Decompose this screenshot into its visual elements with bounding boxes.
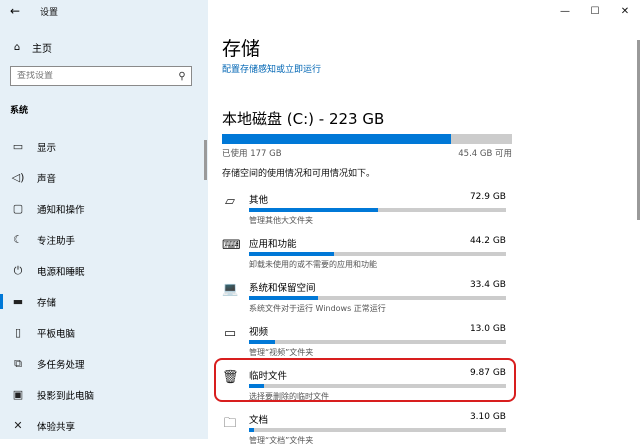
sidebar-item-label: 电源和睡眠 — [37, 266, 85, 278]
category-bar-fill — [249, 296, 319, 300]
other-icon: ▱ — [225, 194, 235, 209]
title-bar: ← 设置 — [0, 0, 208, 22]
category-size: 13.0 GB — [469, 324, 506, 334]
document-icon: 🗀 — [223, 416, 237, 431]
category-size: 72.9 GB — [469, 192, 506, 202]
sidebar-item-label: 投影到此电脑 — [37, 390, 95, 402]
multitask-icon: ⧉ — [14, 356, 22, 370]
system-icon: 💻 — [222, 282, 239, 297]
category-subtitle: 管理“视频”文件夹 — [249, 348, 314, 357]
search-box[interactable]: ⚲ — [10, 66, 192, 86]
notification-icon: ▢ — [12, 202, 24, 215]
sidebar-item-label: 专注助手 — [37, 235, 76, 247]
sidebar-item-project[interactable]: ▣ 投影到此电脑 — [0, 379, 208, 410]
sidebar-item-label: 多任务处理 — [37, 359, 85, 371]
power-icon: ⏻ — [13, 263, 23, 277]
category-bar — [249, 208, 506, 212]
home-link[interactable]: ⌂ 主页 — [10, 40, 52, 55]
nav-list: ▭ 显示 ◁) 声音 ▢ 通知和操作 ☾ 专注助手 ⏻ 电源和睡眠 ▬ 存储 ▯ 平板电脑 ⧉… — [0, 131, 208, 441]
category-size: 44.2 GB — [469, 236, 506, 246]
section-title: 系统 — [10, 106, 29, 116]
available-text: 45.4 GB 可用 — [458, 149, 512, 159]
close-icon[interactable]: ✕ — [610, 0, 640, 22]
sidebar-item-label: 平板电脑 — [37, 328, 76, 340]
disk-title: 本地磁盘 (C:) - 223 GB — [222, 110, 385, 128]
speaker-icon: ◁) — [11, 171, 25, 184]
category-name: 系统和保留空间 — [249, 283, 316, 294]
sidebar-item-share[interactable]: ✕ 体验共享 — [0, 410, 208, 441]
category-bar — [249, 296, 506, 300]
category-bar-fill — [249, 252, 334, 256]
sidebar-item-power[interactable]: ⏻ 电源和睡眠 — [0, 255, 208, 286]
storage-sense-link[interactable]: 配置存储感知或立即运行 — [222, 62, 321, 75]
category-bar — [249, 428, 506, 432]
usage-description: 存储空间的使用情况和可用情况如下。 — [222, 169, 376, 179]
display-icon: ▭ — [12, 140, 24, 153]
storage-icon: ▬ — [12, 295, 24, 308]
maximize-icon[interactable]: ☐ — [580, 0, 610, 22]
sidebar: ← 设置 ⌂ 主页 ⚲ 系统 ▭ 显示 ◁) 声音 ▢ 通知和操作 ☾ 专注助手 ⏻ 电源… — [0, 0, 208, 439]
sidebar-item-storage[interactable]: ▬ 存储 — [0, 286, 208, 317]
sidebar-item-focus[interactable]: ☾ 专注助手 — [0, 224, 208, 255]
category-bar — [249, 340, 506, 344]
disk-usage-bar — [222, 134, 512, 144]
category-size: 33.4 GB — [469, 280, 506, 290]
category-subtitle: 卸载未使用的或不需要的应用和功能 — [249, 260, 377, 269]
app-title: 设置 — [40, 7, 59, 18]
search-input[interactable] — [11, 71, 173, 81]
sidebar-item-tablet[interactable]: ▯ 平板电脑 — [0, 317, 208, 348]
category-bar-fill — [249, 340, 275, 344]
category-bar-fill — [249, 208, 378, 212]
home-icon: ⌂ — [13, 42, 21, 53]
category-subtitle: 系统文件对于运行 Windows 正常运行 — [249, 304, 386, 313]
used-text: 已使用 177 GB — [222, 149, 282, 159]
category-size: 3.10 GB — [469, 412, 506, 422]
apps-icon: ⌨ — [222, 238, 241, 253]
category-name: 文档 — [249, 415, 269, 426]
category-name: 视频 — [249, 327, 269, 338]
category-name: 应用和功能 — [249, 239, 297, 250]
minimize-icon[interactable]: — — [550, 0, 580, 22]
sidebar-item-label: 通知和操作 — [37, 204, 85, 216]
disk-usage-fill — [222, 134, 452, 144]
sidebar-scrollbar[interactable] — [204, 140, 207, 180]
sidebar-item-label: 体验共享 — [37, 421, 76, 433]
page-title: 存储 — [222, 38, 261, 60]
back-arrow-icon[interactable]: ← — [4, 0, 26, 22]
sidebar-item-label: 声音 — [37, 173, 57, 185]
sidebar-item-notifications[interactable]: ▢ 通知和操作 — [0, 193, 208, 224]
category-subtitle: 管理“文档”文件夹 — [249, 436, 314, 445]
sidebar-item-display[interactable]: ▭ 显示 — [0, 131, 208, 162]
category-subtitle: 管理其他大文件夹 — [249, 216, 313, 225]
window-controls: — ☐ ✕ — [550, 0, 640, 22]
search-icon[interactable]: ⚲ — [173, 71, 191, 82]
sidebar-item-label: 显示 — [37, 142, 57, 154]
highlight-annotation — [214, 358, 516, 402]
project-icon: ▣ — [12, 388, 24, 401]
share-icon: ✕ — [13, 419, 23, 432]
home-label: 主页 — [32, 44, 52, 55]
category-bar-fill — [249, 428, 255, 432]
sidebar-item-multitask[interactable]: ⧉ 多任务处理 — [0, 348, 208, 379]
category-name: 其他 — [249, 195, 269, 206]
sidebar-item-sound[interactable]: ◁) 声音 — [0, 162, 208, 193]
moon-icon: ☾ — [13, 233, 23, 246]
video-icon: ▭ — [223, 326, 237, 341]
category-bar — [249, 252, 506, 256]
sidebar-item-label: 存储 — [37, 297, 57, 309]
tablet-icon: ▯ — [14, 326, 22, 339]
